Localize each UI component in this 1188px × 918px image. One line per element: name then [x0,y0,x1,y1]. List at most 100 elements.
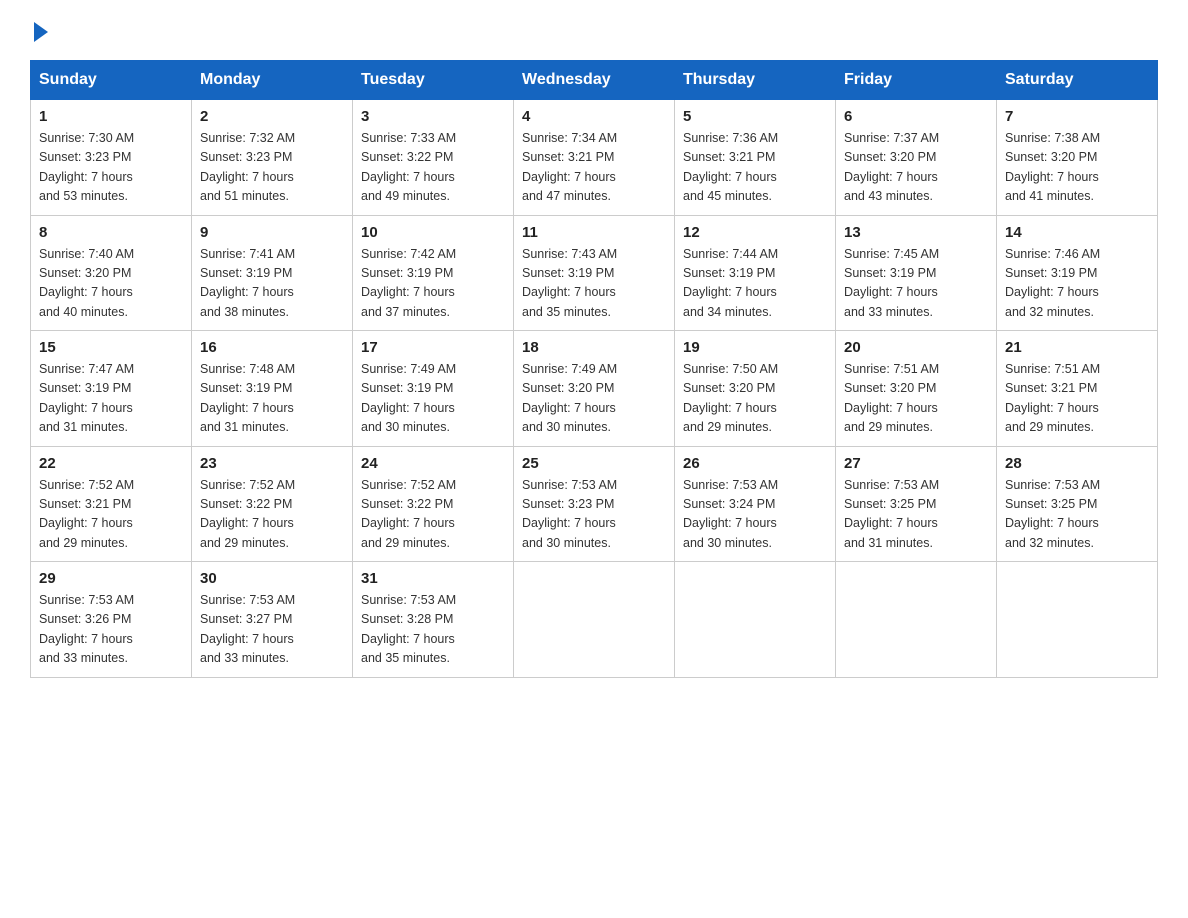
calendar-cell: 29 Sunrise: 7:53 AMSunset: 3:26 PMDaylig… [31,562,192,678]
calendar-cell: 25 Sunrise: 7:53 AMSunset: 3:23 PMDaylig… [514,446,675,562]
day-number: 24 [361,455,505,472]
day-number: 2 [200,108,344,125]
day-number: 7 [1005,108,1149,125]
day-number: 5 [683,108,827,125]
day-info: Sunrise: 7:32 AMSunset: 3:23 PMDaylight:… [200,129,344,207]
day-number: 31 [361,570,505,587]
day-info: Sunrise: 7:52 AMSunset: 3:22 PMDaylight:… [361,476,505,554]
calendar-cell: 27 Sunrise: 7:53 AMSunset: 3:25 PMDaylig… [836,446,997,562]
calendar-cell: 28 Sunrise: 7:53 AMSunset: 3:25 PMDaylig… [997,446,1158,562]
day-number: 22 [39,455,183,472]
day-number: 29 [39,570,183,587]
day-number: 19 [683,339,827,356]
calendar-cell: 19 Sunrise: 7:50 AMSunset: 3:20 PMDaylig… [675,331,836,447]
calendar-cell: 11 Sunrise: 7:43 AMSunset: 3:19 PMDaylig… [514,215,675,331]
day-number: 28 [1005,455,1149,472]
day-info: Sunrise: 7:48 AMSunset: 3:19 PMDaylight:… [200,360,344,438]
day-number: 16 [200,339,344,356]
calendar-cell: 15 Sunrise: 7:47 AMSunset: 3:19 PMDaylig… [31,331,192,447]
day-info: Sunrise: 7:45 AMSunset: 3:19 PMDaylight:… [844,245,988,323]
calendar-week-row: 1 Sunrise: 7:30 AMSunset: 3:23 PMDayligh… [31,100,1158,216]
day-info: Sunrise: 7:42 AMSunset: 3:19 PMDaylight:… [361,245,505,323]
day-info: Sunrise: 7:51 AMSunset: 3:20 PMDaylight:… [844,360,988,438]
calendar-cell: 22 Sunrise: 7:52 AMSunset: 3:21 PMDaylig… [31,446,192,562]
logo-arrow-icon [34,22,48,42]
day-info: Sunrise: 7:53 AMSunset: 3:24 PMDaylight:… [683,476,827,554]
calendar-week-row: 22 Sunrise: 7:52 AMSunset: 3:21 PMDaylig… [31,446,1158,562]
calendar-cell: 9 Sunrise: 7:41 AMSunset: 3:19 PMDayligh… [192,215,353,331]
calendar-cell: 26 Sunrise: 7:53 AMSunset: 3:24 PMDaylig… [675,446,836,562]
calendar-table: SundayMondayTuesdayWednesdayThursdayFrid… [30,60,1158,678]
day-number: 8 [39,224,183,241]
day-info: Sunrise: 7:49 AMSunset: 3:19 PMDaylight:… [361,360,505,438]
day-number: 21 [1005,339,1149,356]
calendar-cell: 10 Sunrise: 7:42 AMSunset: 3:19 PMDaylig… [353,215,514,331]
calendar-cell: 13 Sunrise: 7:45 AMSunset: 3:19 PMDaylig… [836,215,997,331]
day-info: Sunrise: 7:38 AMSunset: 3:20 PMDaylight:… [1005,129,1149,207]
calendar-week-row: 29 Sunrise: 7:53 AMSunset: 3:26 PMDaylig… [31,562,1158,678]
calendar-cell [675,562,836,678]
day-info: Sunrise: 7:36 AMSunset: 3:21 PMDaylight:… [683,129,827,207]
day-info: Sunrise: 7:50 AMSunset: 3:20 PMDaylight:… [683,360,827,438]
calendar-cell: 3 Sunrise: 7:33 AMSunset: 3:22 PMDayligh… [353,100,514,216]
day-info: Sunrise: 7:51 AMSunset: 3:21 PMDaylight:… [1005,360,1149,438]
day-info: Sunrise: 7:43 AMSunset: 3:19 PMDaylight:… [522,245,666,323]
header-friday: Friday [836,61,997,100]
day-info: Sunrise: 7:46 AMSunset: 3:19 PMDaylight:… [1005,245,1149,323]
calendar-cell [836,562,997,678]
day-info: Sunrise: 7:33 AMSunset: 3:22 PMDaylight:… [361,129,505,207]
day-number: 18 [522,339,666,356]
day-number: 1 [39,108,183,125]
calendar-header-row: SundayMondayTuesdayWednesdayThursdayFrid… [31,61,1158,100]
day-info: Sunrise: 7:30 AMSunset: 3:23 PMDaylight:… [39,129,183,207]
day-info: Sunrise: 7:53 AMSunset: 3:27 PMDaylight:… [200,591,344,669]
day-number: 23 [200,455,344,472]
day-info: Sunrise: 7:40 AMSunset: 3:20 PMDaylight:… [39,245,183,323]
day-number: 4 [522,108,666,125]
calendar-cell: 12 Sunrise: 7:44 AMSunset: 3:19 PMDaylig… [675,215,836,331]
day-number: 14 [1005,224,1149,241]
calendar-cell: 30 Sunrise: 7:53 AMSunset: 3:27 PMDaylig… [192,562,353,678]
logo [30,20,54,42]
day-number: 27 [844,455,988,472]
day-info: Sunrise: 7:53 AMSunset: 3:25 PMDaylight:… [1005,476,1149,554]
day-number: 9 [200,224,344,241]
page-header [30,20,1158,42]
day-number: 26 [683,455,827,472]
day-info: Sunrise: 7:53 AMSunset: 3:26 PMDaylight:… [39,591,183,669]
day-info: Sunrise: 7:41 AMSunset: 3:19 PMDaylight:… [200,245,344,323]
day-info: Sunrise: 7:53 AMSunset: 3:25 PMDaylight:… [844,476,988,554]
header-tuesday: Tuesday [353,61,514,100]
header-thursday: Thursday [675,61,836,100]
calendar-cell [997,562,1158,678]
day-info: Sunrise: 7:53 AMSunset: 3:28 PMDaylight:… [361,591,505,669]
day-number: 25 [522,455,666,472]
day-info: Sunrise: 7:44 AMSunset: 3:19 PMDaylight:… [683,245,827,323]
day-number: 3 [361,108,505,125]
day-number: 15 [39,339,183,356]
day-info: Sunrise: 7:37 AMSunset: 3:20 PMDaylight:… [844,129,988,207]
calendar-cell [514,562,675,678]
day-info: Sunrise: 7:49 AMSunset: 3:20 PMDaylight:… [522,360,666,438]
day-number: 20 [844,339,988,356]
day-number: 10 [361,224,505,241]
day-number: 12 [683,224,827,241]
header-monday: Monday [192,61,353,100]
calendar-cell: 8 Sunrise: 7:40 AMSunset: 3:20 PMDayligh… [31,215,192,331]
calendar-cell: 20 Sunrise: 7:51 AMSunset: 3:20 PMDaylig… [836,331,997,447]
day-number: 13 [844,224,988,241]
day-info: Sunrise: 7:47 AMSunset: 3:19 PMDaylight:… [39,360,183,438]
day-info: Sunrise: 7:52 AMSunset: 3:22 PMDaylight:… [200,476,344,554]
day-info: Sunrise: 7:53 AMSunset: 3:23 PMDaylight:… [522,476,666,554]
calendar-cell: 6 Sunrise: 7:37 AMSunset: 3:20 PMDayligh… [836,100,997,216]
calendar-cell: 16 Sunrise: 7:48 AMSunset: 3:19 PMDaylig… [192,331,353,447]
header-wednesday: Wednesday [514,61,675,100]
header-saturday: Saturday [997,61,1158,100]
calendar-cell: 4 Sunrise: 7:34 AMSunset: 3:21 PMDayligh… [514,100,675,216]
calendar-cell: 14 Sunrise: 7:46 AMSunset: 3:19 PMDaylig… [997,215,1158,331]
calendar-cell: 23 Sunrise: 7:52 AMSunset: 3:22 PMDaylig… [192,446,353,562]
calendar-cell: 7 Sunrise: 7:38 AMSunset: 3:20 PMDayligh… [997,100,1158,216]
day-number: 30 [200,570,344,587]
calendar-week-row: 8 Sunrise: 7:40 AMSunset: 3:20 PMDayligh… [31,215,1158,331]
day-info: Sunrise: 7:52 AMSunset: 3:21 PMDaylight:… [39,476,183,554]
